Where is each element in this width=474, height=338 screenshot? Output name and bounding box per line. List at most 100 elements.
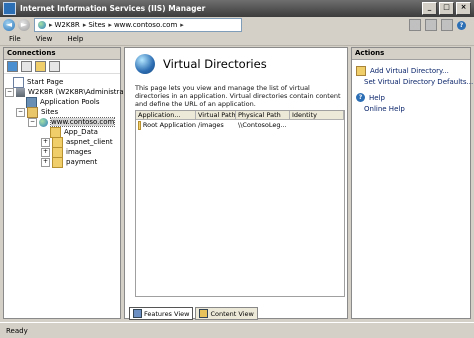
column-header-physical-path[interactable]: Physical Path xyxy=(236,111,290,120)
expand-icon[interactable]: + xyxy=(41,147,50,157)
breadcrumb-separator: ▸ xyxy=(49,21,53,29)
cell-application-text: Root Application xyxy=(142,121,196,129)
action-label: Online Help xyxy=(364,105,405,113)
features-view-icon xyxy=(133,309,142,318)
iis-app-icon xyxy=(3,2,16,15)
connections-pane: Connections Start Page − W2K8R (W2K8R\Ad… xyxy=(3,47,136,319)
tree-item-images[interactable]: + images xyxy=(41,146,92,158)
server-icon xyxy=(16,87,25,97)
tree-item-start-page[interactable]: Start Page xyxy=(13,76,64,88)
menu-file[interactable]: File xyxy=(9,35,21,43)
virtual-directories-grid: Application... Virtual Path Physical Pat… xyxy=(135,110,345,297)
disconnect-icon[interactable] xyxy=(49,61,60,72)
cell-physical-path: \\ContosoLeg... xyxy=(238,121,287,129)
column-header-application[interactable]: Application... xyxy=(136,111,196,120)
folder-icon xyxy=(52,156,63,168)
home-icon[interactable] xyxy=(441,19,453,31)
back-icon[interactable]: ◄ xyxy=(3,19,15,31)
minimize-button[interactable]: _ xyxy=(422,2,437,15)
sites-folder-icon xyxy=(27,106,38,118)
menu-bar: File View Help xyxy=(0,33,474,46)
tab-label: Features View xyxy=(144,309,190,318)
action-online-help[interactable]: Online Help xyxy=(356,105,405,113)
page-icon xyxy=(13,76,24,88)
expand-icon[interactable]: + xyxy=(41,137,50,147)
action-help[interactable]: ? Help xyxy=(356,93,385,102)
tree-item-label: www.contoso.com xyxy=(49,117,116,127)
main-pane: Virtual Directories This page lets you v… xyxy=(124,47,348,320)
tree-item-label: payment xyxy=(66,158,98,166)
title-bar: Internet Information Services (IIS) Mana… xyxy=(0,0,474,17)
close-button[interactable]: × xyxy=(456,2,471,15)
breadcrumb-sites[interactable]: Sites xyxy=(88,21,105,29)
breadcrumb-separator: ▸ xyxy=(108,21,112,29)
address-bar: ◄ ► ▸ W2K8R ▸ Sites ▸ www.contoso.com ▸ … xyxy=(0,17,474,33)
page-title: Virtual Directories xyxy=(163,57,267,71)
actions-pane: Actions Add Virtual Directory... Set Vir… xyxy=(351,47,473,319)
page-header: Virtual Directories xyxy=(135,54,267,74)
connections-toolbar xyxy=(4,60,120,74)
tree-item-server[interactable]: − W2K8R (W2K8R\Administrator) xyxy=(5,87,136,97)
menu-help[interactable]: Help xyxy=(67,35,83,43)
folder-icon xyxy=(138,121,141,130)
actions-header: Actions xyxy=(352,48,470,60)
tab-label: Content View xyxy=(210,309,254,318)
content-view-icon xyxy=(199,309,209,318)
breadcrumb-separator: ▸ xyxy=(180,21,184,29)
breadcrumb-site[interactable]: www.contoso.com xyxy=(114,21,177,29)
tree-item-label: Start Page xyxy=(27,78,64,86)
breadcrumb-server[interactable]: W2K8R xyxy=(55,21,80,29)
tree-item-site[interactable]: − www.contoso.com xyxy=(28,117,116,127)
expand-icon[interactable]: + xyxy=(41,157,50,167)
tab-content-view[interactable]: Content View xyxy=(195,307,258,320)
collapse-icon[interactable]: − xyxy=(16,107,25,117)
tree-item-label: Application Pools xyxy=(40,98,100,106)
cell-application: Root Application xyxy=(136,121,196,130)
column-header-virtual-path[interactable]: Virtual Path xyxy=(196,111,236,120)
action-label: Help xyxy=(369,93,385,102)
tree-item-app-data[interactable]: App_Data xyxy=(50,126,98,138)
address-breadcrumb[interactable]: ▸ W2K8R ▸ Sites ▸ www.contoso.com ▸ xyxy=(34,18,242,32)
save-icon[interactable] xyxy=(21,61,32,72)
cell-identity xyxy=(290,121,344,130)
stop-icon[interactable] xyxy=(425,19,437,31)
address-tools: ? xyxy=(409,19,470,31)
tree-item-label: W2K8R (W2K8R\Administrator) xyxy=(28,88,137,96)
action-add-virtual-directory[interactable]: Add Virtual Directory... xyxy=(356,66,449,76)
view-tabs: Features View Content View xyxy=(129,307,258,320)
tree-item-payment[interactable]: + payment xyxy=(41,156,98,168)
collapse-icon[interactable]: − xyxy=(28,117,37,127)
tree-item-label: images xyxy=(66,148,92,156)
tab-features-view[interactable]: Features View xyxy=(129,307,194,320)
globe-icon xyxy=(135,54,155,74)
refresh-icon[interactable] xyxy=(409,19,421,31)
menu-view[interactable]: View xyxy=(36,35,53,43)
action-label: Add Virtual Directory... xyxy=(370,67,449,75)
page-description: This page lets you view and manage the l… xyxy=(135,84,341,108)
column-header-identity[interactable]: Identity xyxy=(290,111,344,120)
tree-item-application-pools[interactable]: Application Pools xyxy=(26,96,100,108)
tree-item-label: aspnet_client xyxy=(66,138,113,146)
collapse-icon[interactable]: − xyxy=(5,87,14,97)
status-text: Ready xyxy=(6,326,28,335)
action-set-defaults[interactable]: Set Virtual Directory Defaults... xyxy=(356,78,473,86)
connect-icon[interactable] xyxy=(7,61,18,72)
tree-item-sites[interactable]: − Sites xyxy=(16,106,59,118)
maximize-button[interactable]: □ xyxy=(439,2,454,15)
help-icon[interactable]: ? xyxy=(457,20,466,30)
forward-icon[interactable]: ► xyxy=(18,19,30,31)
tree-item-label: Sites xyxy=(41,108,59,116)
globe-icon xyxy=(38,21,46,29)
add-icon xyxy=(356,66,366,76)
up-folder-icon[interactable] xyxy=(35,61,46,72)
help-icon: ? xyxy=(356,93,365,102)
status-bar: Ready xyxy=(0,322,474,338)
window-title: Internet Information Services (IIS) Mana… xyxy=(20,4,206,13)
connections-header: Connections xyxy=(4,48,120,60)
tree-item-aspnet-client[interactable]: + aspnet_client xyxy=(41,136,113,148)
globe-icon xyxy=(39,117,48,127)
action-label: Set Virtual Directory Defaults... xyxy=(364,78,474,86)
cell-virtual-path: /images xyxy=(198,121,224,129)
breadcrumb-separator: ▸ xyxy=(82,21,87,29)
tree-item-label: App_Data xyxy=(64,128,98,136)
